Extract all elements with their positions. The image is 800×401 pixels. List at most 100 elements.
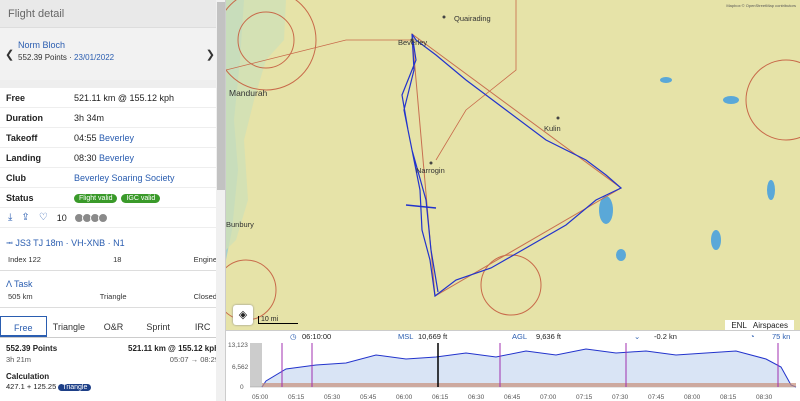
detail-row-club: Club Beverley Soaring Society bbox=[0, 168, 225, 188]
sidebar-scrollbar[interactable] bbox=[216, 0, 225, 401]
score-time-range: 05:07 → 08:29 bbox=[169, 355, 219, 364]
pilot-subline: 552.39 Points · 23/01/2022 bbox=[18, 53, 207, 62]
airspace-boundary bbox=[435, 0, 517, 161]
score-distance: 521.11 km @ 155.12 kph bbox=[128, 344, 219, 353]
tab-out-and-return[interactable]: O&R bbox=[91, 316, 136, 337]
aircraft-engine: Engine bbox=[193, 255, 217, 264]
x-label: 06:00 bbox=[396, 394, 413, 401]
detail-row-duration: Duration 3h 34m bbox=[0, 108, 225, 128]
detail-value: 04:55 Beverley bbox=[74, 132, 135, 143]
x-label: 05:00 bbox=[252, 394, 269, 401]
detail-value: Beverley Soaring Society bbox=[74, 173, 175, 183]
calculation-value: 427.1 + 125.25 Triangle bbox=[0, 382, 225, 391]
airspace-circle bbox=[745, 59, 800, 141]
tab-sprint[interactable]: Sprint bbox=[136, 316, 181, 337]
detail-row-status: Status Flight valid IGC valid bbox=[0, 188, 225, 208]
chevron-right-icon[interactable]: ❯ bbox=[206, 48, 215, 61]
lake bbox=[616, 249, 626, 261]
y-label: 0 bbox=[240, 384, 244, 391]
glider-icon: ⭲ bbox=[6, 238, 13, 248]
landing-airfield-link[interactable]: Beverley bbox=[99, 153, 134, 163]
place-narrogin: Narrogin bbox=[416, 166, 445, 175]
vario-value: -0.2 kn bbox=[654, 332, 677, 341]
tab-triangle[interactable]: Triangle bbox=[47, 316, 92, 337]
action-bar: ⤓ ⇪ ♡ 10 bbox=[0, 208, 225, 228]
divider bbox=[0, 80, 225, 88]
detail-value: 521.11 km @ 155.12 kph bbox=[74, 92, 175, 103]
map-scale: 10 mi bbox=[258, 316, 298, 324]
scrollbar-thumb[interactable] bbox=[217, 2, 225, 190]
score-times: 3h 21m 05:07 → 08:29 bbox=[0, 353, 225, 366]
ground-elevation bbox=[262, 383, 796, 387]
place-kulin: Kulin bbox=[544, 124, 561, 133]
x-label: 05:30 bbox=[324, 394, 341, 401]
flight-date-link[interactable]: 23/01/2022 bbox=[74, 53, 114, 62]
toggle-airspaces[interactable]: Airspaces bbox=[753, 321, 788, 330]
pre-takeoff-shade bbox=[250, 343, 262, 387]
lake bbox=[767, 180, 775, 200]
igc-valid-badge: IGC valid bbox=[121, 194, 161, 203]
scoring-tabs: Free Triangle O&R Sprint IRC bbox=[0, 316, 225, 338]
task-label[interactable]: Task bbox=[14, 279, 33, 289]
agl-label: AGL bbox=[512, 332, 528, 341]
liker-avatars[interactable] bbox=[73, 212, 108, 223]
detail-key: Landing bbox=[6, 152, 41, 163]
x-label: 08:00 bbox=[684, 394, 701, 401]
x-label: 05:15 bbox=[288, 394, 305, 401]
heart-icon[interactable]: ♡ bbox=[39, 212, 48, 223]
x-label: 06:30 bbox=[468, 394, 485, 401]
lake bbox=[660, 77, 672, 83]
lake bbox=[599, 196, 613, 224]
triangle-badge: Triangle bbox=[58, 384, 92, 391]
speed-icon: ◔ bbox=[750, 332, 755, 341]
lake bbox=[711, 230, 721, 250]
score-duration: 3h 21m bbox=[6, 355, 32, 364]
like-count: 10 bbox=[56, 212, 67, 223]
pilot-points: 552.39 Points bbox=[18, 53, 67, 62]
task-section[interactable]: Λ Task bbox=[0, 271, 225, 292]
detail-key: Takeoff bbox=[6, 132, 38, 143]
detail-row-landing: Landing 08:30 Beverley bbox=[0, 148, 225, 168]
tab-free[interactable]: Free bbox=[0, 316, 47, 337]
coastal-plain bbox=[226, 0, 286, 250]
barogram-chart: 13,123 6,562 0 05:00 05:15 05:30 05:45 0… bbox=[228, 342, 797, 401]
share-icon[interactable]: ⇪ bbox=[21, 212, 29, 223]
aircraft-section[interactable]: ⭲ JS3 TJ 18m · VH-XNB · N1 bbox=[0, 228, 225, 255]
app: Flight detail ❮ Norm Bloch 552.39 Points… bbox=[0, 0, 800, 401]
task-type: Triangle bbox=[99, 292, 127, 301]
sidebar-title: Flight detail bbox=[0, 0, 225, 28]
vario-icon: ⌄ bbox=[634, 332, 641, 341]
aircraft-label[interactable]: JS3 TJ 18m · VH-XNB · N1 bbox=[15, 238, 124, 248]
place-quairading: Quairading bbox=[454, 14, 491, 23]
aircraft-seats: 18 bbox=[113, 255, 122, 264]
calculation-label: Calculation bbox=[6, 372, 50, 381]
place-mandurah: Mandurah bbox=[229, 88, 268, 98]
chevron-left-icon[interactable]: ❮ bbox=[5, 48, 14, 61]
agl-value: 9,636 ft bbox=[536, 332, 562, 341]
altitude-area bbox=[262, 349, 796, 387]
score-points: 552.39 Points bbox=[6, 344, 58, 353]
pilot-block: ❮ Norm Bloch 552.39 Points · 23/01/2022 … bbox=[0, 28, 225, 80]
takeoff-airfield-link[interactable]: Beverley bbox=[99, 133, 134, 143]
score-summary: 552.39 Points 521.11 km @ 155.12 kph bbox=[0, 338, 225, 353]
x-label: 05:45 bbox=[360, 394, 377, 401]
toggle-enl[interactable]: ENL bbox=[731, 321, 747, 330]
barogram-panel[interactable]: ◷ 06:10:00 MSL 10,669 ft AGL 9,636 ft ⌄ … bbox=[226, 330, 800, 401]
x-label: 07:15 bbox=[576, 394, 593, 401]
status-badges: Flight valid IGC valid bbox=[74, 192, 164, 203]
x-label: 06:15 bbox=[432, 394, 449, 401]
place-bunbury: Bunbury bbox=[226, 220, 254, 229]
cursor-time: 06:10:00 bbox=[302, 332, 332, 341]
layers-icon[interactable]: ◈ bbox=[233, 305, 253, 325]
club-link[interactable]: Beverley Soaring Society bbox=[74, 173, 175, 183]
task-icon: Λ bbox=[6, 279, 12, 289]
flight-map[interactable]: Quairading Beverley Mandurah Narrogin Ku… bbox=[226, 0, 800, 330]
y-label: 13,123 bbox=[228, 342, 248, 349]
flight-detail-sidebar: Flight detail ❮ Norm Bloch 552.39 Points… bbox=[0, 0, 226, 401]
speed-value: 75 kn bbox=[772, 332, 791, 341]
download-icon[interactable]: ⤓ bbox=[8, 212, 12, 223]
pilot-name-link[interactable]: Norm Bloch bbox=[18, 40, 207, 50]
pilot-separator: · bbox=[66, 53, 75, 62]
task-distance: 505 km bbox=[8, 292, 33, 301]
lake bbox=[723, 96, 739, 104]
